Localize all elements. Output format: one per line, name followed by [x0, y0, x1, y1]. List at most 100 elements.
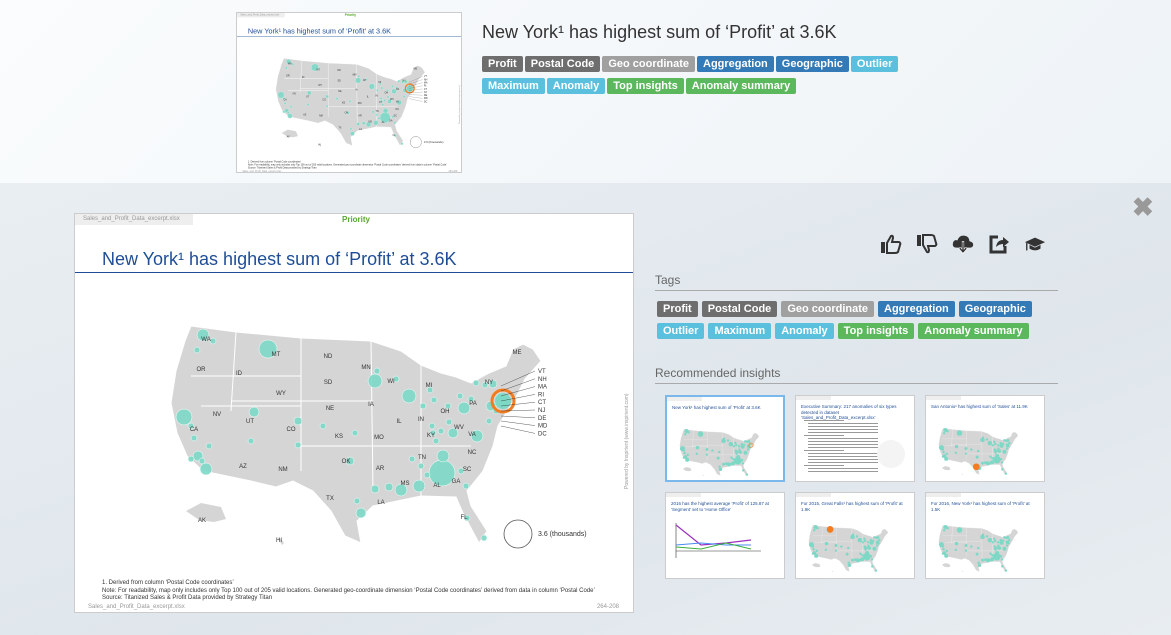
location-bubble	[319, 422, 327, 430]
card-bubble	[730, 456, 733, 459]
recommended-insight-card[interactable]: For 2015, Great Falls¹ has highest sum o…	[795, 492, 915, 579]
state-label-dc: DC	[538, 431, 547, 437]
tag-top-insights[interactable]: Top insights	[607, 78, 684, 94]
tag-top-insights[interactable]: Top insights	[837, 323, 915, 339]
location-bubble	[356, 122, 360, 126]
card-file-bar	[926, 493, 961, 497]
card-bubble	[999, 538, 1002, 542]
tag-anomaly[interactable]: Anomaly	[546, 78, 606, 94]
tag-postal-code[interactable]: Postal Code	[524, 56, 601, 72]
state-label-ne: NE	[338, 90, 342, 93]
card-bubble	[740, 442, 743, 446]
header-slide-thumbnail[interactable]: Sales_and_Profit_Data_excerpt.xlsx Prior…	[236, 12, 462, 173]
tag-profit[interactable]: Profit	[657, 301, 698, 317]
location-bubble	[357, 75, 361, 78]
state-label-pa: PA	[396, 88, 399, 91]
tag-aggregation[interactable]: Aggregation	[697, 56, 774, 72]
tag-geo-coordinate[interactable]: Geo coordinate	[602, 56, 695, 72]
thumbs-down-icon[interactable]	[916, 232, 938, 256]
state-label-nv: NV	[213, 412, 221, 418]
state-label-mo: MO	[358, 102, 362, 105]
slide-footer-file: Sales_and_Profit_Data_excerpt.xlsx	[242, 170, 282, 173]
card-bubble	[1001, 539, 1005, 542]
tag-anomaly-summary[interactable]: Anomaly summary	[918, 323, 1029, 339]
location-bubble	[283, 102, 287, 105]
card-bubble	[989, 455, 992, 458]
state-label-nd: ND	[324, 354, 333, 360]
card-bubble	[718, 467, 723, 472]
card-bubble	[964, 452, 968, 455]
card-title: 2016 has the highest average ‘Profit’ of…	[671, 501, 769, 512]
series-line	[675, 542, 751, 546]
card-bubble	[970, 448, 973, 451]
alaska-shape	[811, 563, 821, 568]
tag-geographic[interactable]: Geographic	[775, 56, 849, 72]
card-bubble	[984, 461, 987, 465]
state-label-co: CO	[287, 427, 296, 433]
card-bubble	[999, 555, 1003, 558]
header-slide-thumbnail-content: Sales_and_Profit_Data_excerpt.xlsx Prior…	[237, 13, 461, 173]
card-title: For 2015, Great Falls¹ has highest sum o…	[801, 501, 903, 512]
state-label-nd: ND	[337, 69, 341, 72]
state-label-oh: OH	[385, 91, 389, 94]
location-bubble	[480, 534, 488, 542]
tag-outlier[interactable]: Outlier	[850, 56, 899, 72]
share-icon[interactable]	[988, 232, 1010, 256]
tag-outlier[interactable]: Outlier	[657, 323, 705, 339]
state-label-al: AL	[433, 483, 441, 489]
location-bubble	[293, 416, 303, 426]
tag-aggregation[interactable]: Aggregation	[878, 301, 955, 317]
tag-geo-coordinate[interactable]: Geo coordinate	[781, 301, 874, 317]
tag-maximum[interactable]: Maximum	[482, 78, 545, 94]
recommended-insight-card[interactable]: For 2016, New York¹ has highest sum of ‘…	[925, 492, 1045, 579]
recommended-insight-card[interactable]: New York¹ has highest sum of ‘Profit’ at…	[665, 395, 785, 482]
close-button[interactable]: ✖	[1132, 192, 1154, 223]
state-label-ca: CA	[283, 99, 287, 102]
cloud-download-icon[interactable]	[952, 232, 974, 256]
card-bubble	[1002, 546, 1007, 551]
thumbs-up-icon[interactable]	[880, 232, 902, 256]
card-bubble	[875, 544, 879, 547]
card-bubble	[815, 549, 819, 553]
card-bubble	[1001, 468, 1004, 471]
card-bubble	[695, 452, 699, 456]
slide-footer-file: Sales_and_Profit_Data_excerpt.xlsx	[88, 604, 185, 610]
card-bubble	[943, 529, 946, 532]
state-label-mn: MN	[353, 74, 357, 77]
state-label-nc: NC	[395, 108, 399, 111]
card-bubble	[834, 544, 838, 547]
card-bubble	[863, 537, 866, 541]
state-label-tn: TN	[375, 110, 378, 113]
tag-postal-code[interactable]: Postal Code	[701, 301, 778, 317]
card-bubble	[816, 527, 819, 530]
card-bubble	[847, 561, 850, 564]
location-bubble	[373, 120, 379, 126]
card-bubble	[866, 541, 870, 544]
tag-geographic[interactable]: Geographic	[958, 301, 1032, 317]
location-bubble	[349, 127, 353, 131]
card-bubble	[993, 448, 996, 451]
location-bubble	[417, 462, 425, 470]
card-bubble	[812, 547, 815, 551]
recommended-insight-card[interactable]: Executive Summary: 217 anomalies of six …	[795, 395, 915, 482]
card-bubble	[705, 453, 709, 456]
location-bubble	[355, 77, 362, 84]
state-label-ar: AR	[376, 466, 385, 472]
card-bubble	[993, 539, 997, 543]
card-bubble	[994, 548, 997, 552]
tag-profit[interactable]: Profit	[482, 56, 523, 72]
card-bubble	[861, 541, 865, 544]
card-bubble	[683, 451, 686, 455]
recommended-insight-card[interactable]: San Antonio¹ has highest sum of ‘Sales’ …	[925, 395, 1045, 482]
location-bubble	[430, 396, 438, 404]
recommended-insight-card[interactable]: 2016 has the highest average ‘Profit’ of…	[665, 492, 785, 579]
location-bubble	[353, 497, 361, 505]
tag-anomaly[interactable]: Anomaly	[775, 323, 834, 339]
state-label-tn: TN	[418, 455, 426, 461]
state-label-mi: MI	[426, 383, 433, 389]
tag-anomaly-summary[interactable]: Anomaly summary	[685, 78, 797, 94]
graduation-cap-icon[interactable]	[1024, 232, 1046, 256]
tag-maximum[interactable]: Maximum	[708, 323, 772, 339]
card-bubble	[742, 469, 745, 472]
card-bubble	[745, 473, 749, 476]
